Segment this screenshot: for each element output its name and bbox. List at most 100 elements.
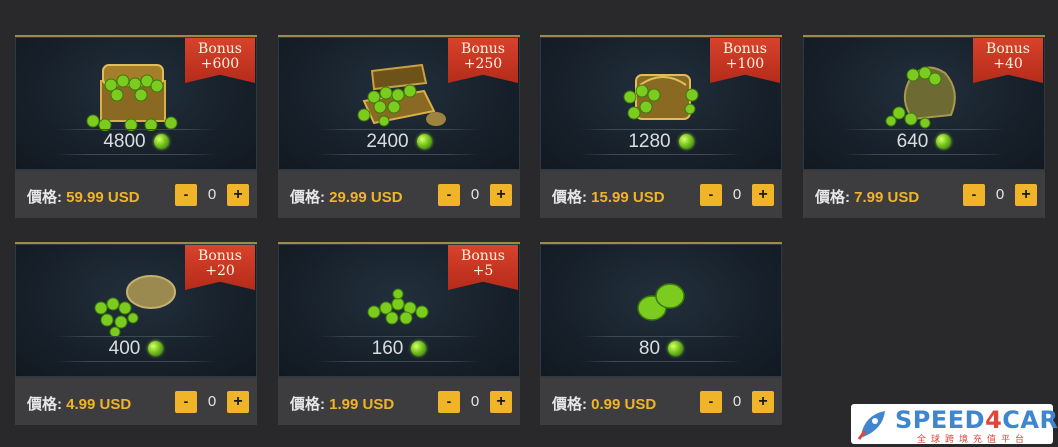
package-card: Bonus +40 640 價格: 7.99 USD - 0 +: [803, 35, 1045, 218]
price-value: 29.99 USD: [329, 189, 403, 206]
package-card: Bonus +20 400 價格: 4.99 USD - 0 +: [15, 242, 257, 425]
divider: [55, 361, 217, 362]
price-prefix: 價格:: [552, 189, 587, 206]
increase-button[interactable]: +: [227, 184, 249, 206]
price-value: 59.99 USD: [66, 189, 140, 206]
quantity-value: 0: [470, 186, 480, 203]
price-label: 價格: 0.99 USD: [552, 393, 656, 414]
quantity-value: 0: [732, 393, 742, 410]
speed4card-logo: SPEED4CARD 全球跨境充值平台: [851, 404, 1058, 444]
bonus-title: Bonus: [461, 41, 505, 57]
price-prefix: 價格:: [290, 396, 325, 413]
amount-value: 1280: [628, 131, 671, 152]
amount-value: 160: [371, 338, 404, 359]
divider: [55, 336, 217, 337]
price-label: 價格: 7.99 USD: [815, 186, 919, 207]
price-row: 價格: 0.99 USD - 0 +: [540, 378, 782, 425]
package-card: 80 價格: 0.99 USD - 0 +: [540, 242, 782, 425]
decrease-button[interactable]: -: [175, 184, 197, 206]
treasure-chest-icon: [86, 64, 178, 131]
quantity-value: 0: [732, 186, 742, 203]
bonus-ribbon: Bonus +40: [973, 37, 1043, 83]
bonus-ribbon: Bonus +100: [710, 37, 780, 83]
decrease-button[interactable]: -: [175, 391, 197, 413]
bonus-value: +250: [463, 56, 503, 72]
bonus-value: +100: [725, 56, 765, 72]
price-prefix: 價格:: [290, 189, 325, 206]
gem-amount: 80: [540, 338, 782, 360]
amount-value: 640: [896, 131, 929, 152]
price-label: 價格: 59.99 USD: [27, 186, 140, 207]
price-label: 價格: 1.99 USD: [290, 393, 394, 414]
gem-amount: 1280: [540, 131, 782, 153]
divider: [55, 129, 217, 130]
quantity-value: 0: [207, 393, 217, 410]
decrease-button[interactable]: -: [700, 391, 722, 413]
bonus-title: Bonus: [198, 248, 242, 264]
gem-amount: 2400: [278, 131, 520, 153]
divider: [55, 154, 217, 155]
divider: [318, 361, 480, 362]
price-row: 價格: 59.99 USD - 0 +: [15, 171, 257, 218]
gem-amount: 400: [15, 338, 257, 360]
bonus-ribbon: Bonus +600: [185, 37, 255, 83]
price-prefix: 價格:: [27, 396, 62, 413]
amount-value: 4800: [103, 131, 146, 152]
package-image: Bonus +20 400: [15, 242, 257, 377]
increase-button[interactable]: +: [752, 184, 774, 206]
bonus-value: +5: [472, 263, 494, 279]
bonus-ribbon: Bonus +5: [448, 244, 518, 290]
price-label: 價格: 15.99 USD: [552, 186, 665, 207]
two-gems-icon: [637, 283, 685, 321]
gem-pile-icon: [367, 288, 429, 325]
package-card: Bonus +250 2400 價格: 29.99 USD - 0 +: [278, 35, 520, 218]
quantity-value: 0: [470, 393, 480, 410]
gem-icon: [416, 134, 432, 149]
package-image: Bonus +5 160: [278, 242, 520, 377]
divider: [318, 154, 480, 155]
divider: [580, 361, 742, 362]
gem-icon: [678, 134, 694, 149]
increase-button[interactable]: +: [752, 391, 774, 413]
price-row: 價格: 29.99 USD - 0 +: [278, 171, 520, 218]
gem-sack-icon: [885, 66, 956, 129]
bonus-title: Bonus: [198, 41, 242, 57]
gem-icon: [936, 134, 952, 149]
package-image: Bonus +40 640: [803, 35, 1045, 170]
decrease-button[interactable]: -: [438, 391, 460, 413]
divider: [580, 336, 742, 337]
gem-icon: [411, 341, 427, 356]
increase-button[interactable]: +: [490, 391, 512, 413]
divider: [318, 336, 480, 337]
increase-button[interactable]: +: [1015, 184, 1037, 206]
bonus-value: +20: [205, 263, 235, 279]
price-value: 1.99 USD: [329, 396, 395, 413]
divider: [843, 129, 1005, 130]
price-value: 15.99 USD: [591, 189, 665, 206]
divider: [843, 154, 1005, 155]
decrease-button[interactable]: -: [700, 184, 722, 206]
package-image: Bonus +600 4800: [15, 35, 257, 170]
gem-icon: [153, 134, 169, 149]
decrease-button[interactable]: -: [963, 184, 985, 206]
bonus-title: Bonus: [723, 41, 767, 57]
price-label: 價格: 29.99 USD: [290, 186, 403, 207]
divider: [318, 129, 480, 130]
gem-icon: [668, 341, 684, 356]
bonus-value: +40: [993, 56, 1023, 72]
gem-amount: 640: [803, 131, 1045, 153]
increase-button[interactable]: +: [227, 391, 249, 413]
package-card: Bonus +5 160 價格: 1.99 USD - 0 +: [278, 242, 520, 425]
price-value: 4.99 USD: [66, 396, 132, 413]
increase-button[interactable]: +: [490, 184, 512, 206]
logo-name: SPEED4CARD: [895, 406, 1058, 434]
decrease-button[interactable]: -: [438, 184, 460, 206]
bonus-ribbon: Bonus +20: [185, 244, 255, 290]
package-image: Bonus +250 2400: [278, 35, 520, 170]
gem-amount: 160: [278, 338, 520, 360]
divider: [580, 154, 742, 155]
quantity-value: 0: [207, 186, 217, 203]
price-row: 價格: 15.99 USD - 0 +: [540, 171, 782, 218]
bonus-title: Bonus: [986, 41, 1030, 57]
price-prefix: 價格:: [815, 189, 850, 206]
